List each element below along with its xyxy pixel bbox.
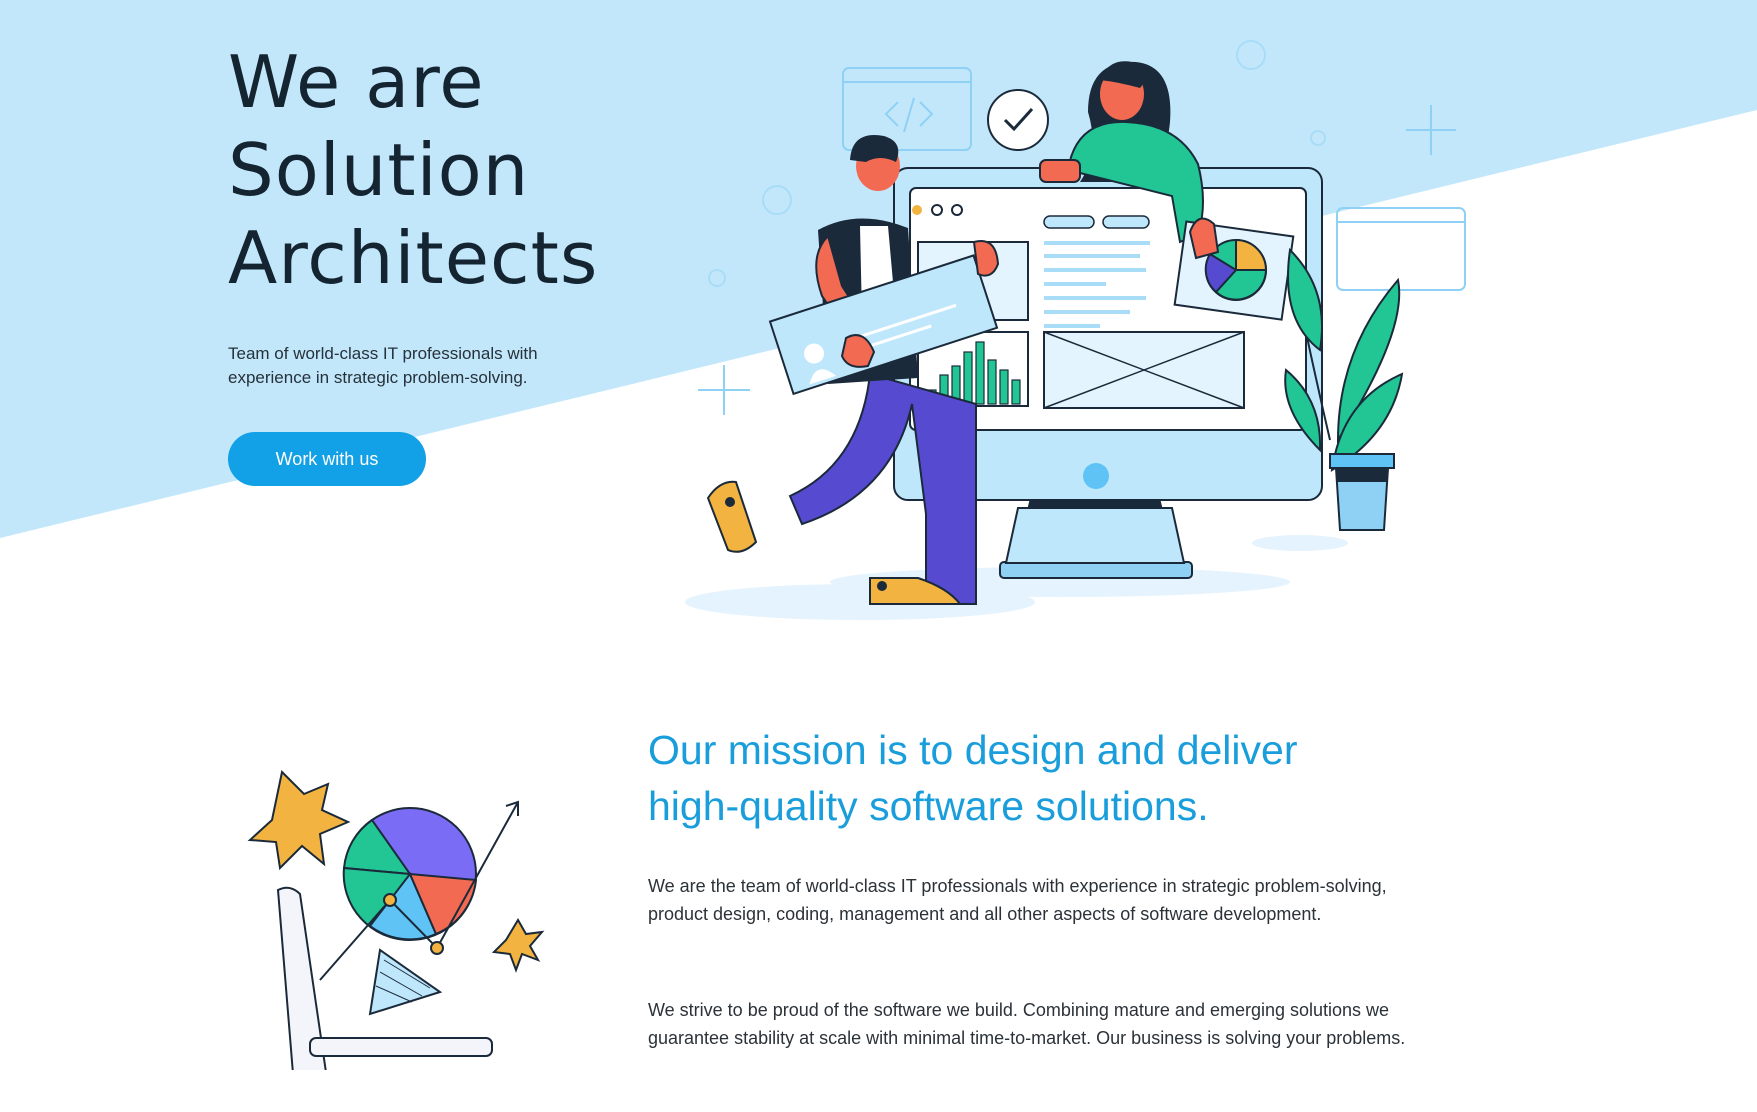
- work-with-us-button[interactable]: Work with us: [228, 432, 426, 486]
- mission-title-line-1: Our mission is to design and deliver: [648, 727, 1298, 773]
- mission-paragraph-1: We are the team of world-class IT profes…: [648, 876, 1387, 924]
- hero-subtitle: Team of world-class IT professionals wit…: [228, 344, 538, 387]
- hero-title-line-1: We are: [228, 40, 485, 124]
- hero-title-line-2: Solution: [228, 128, 530, 212]
- mission-title: Our mission is to design and deliver hig…: [648, 722, 1428, 834]
- hero-illustration: [685, 40, 1466, 620]
- hero-title-line-3: Architects: [228, 216, 599, 300]
- browser-window-icon: [1336, 207, 1466, 291]
- mission-paragraph-2: We strive to be proud of the software we…: [648, 1000, 1406, 1048]
- checkmark-bubble-icon: [987, 89, 1049, 151]
- mission-illustration: [247, 769, 545, 1070]
- mission-title-line-2: high-quality software solutions.: [648, 783, 1209, 829]
- hero-title: We are Solution Architects: [228, 38, 598, 302]
